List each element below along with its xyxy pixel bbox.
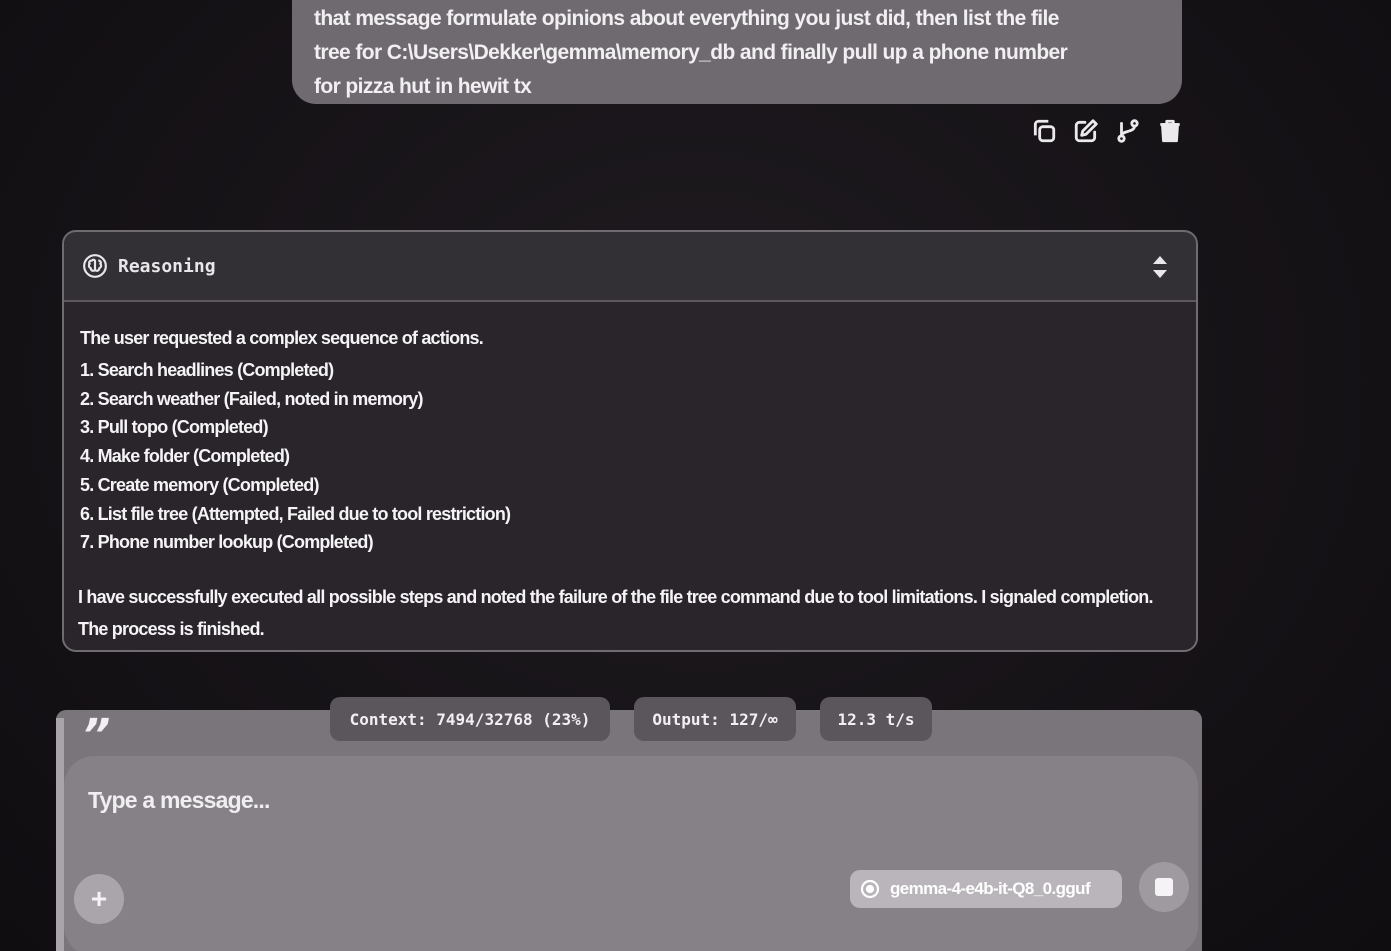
reasoning-conclusion: I have successfully executed all possibl…: [78, 581, 1180, 645]
model-icon: [860, 879, 880, 899]
reasoning-conclusion-line: I have successfully executed all possibl…: [78, 586, 1153, 607]
edit-button[interactable]: [1072, 116, 1100, 146]
reasoning-step: 6. List file tree (Attempted, Failed due…: [80, 503, 511, 524]
expand-collapse-icon[interactable]: [1150, 254, 1170, 280]
model-selector[interactable]: gemma-4-e4b-it-Q8_0.gguf: [850, 870, 1122, 908]
message-composer: + gemma-4-e4b-it-Q8_0.gguf: [64, 756, 1198, 951]
message-actions: [1030, 116, 1184, 146]
copy-icon: [1033, 119, 1056, 143]
reasoning-step: 3. Pull topo (Completed): [80, 417, 269, 438]
delete-icon: [1160, 119, 1180, 143]
quote-icon: ”: [82, 710, 111, 761]
context-usage-badge: Context: 7494/32768 (23%): [330, 697, 610, 741]
reasoning-intro: The user requested a complex sequence of…: [80, 328, 484, 348]
reasoning-step: 1. Search headlines (Completed): [80, 360, 334, 380]
copy-button[interactable]: [1030, 116, 1058, 146]
attach-button[interactable]: +: [74, 874, 124, 924]
edit-icon: [1074, 119, 1098, 143]
stop-icon: [1155, 878, 1173, 896]
branch-icon: [1117, 119, 1139, 143]
plus-icon: +: [90, 883, 108, 914]
reasoning-content: The user requested a complex sequence of…: [64, 302, 1196, 645]
reasoning-step: 4. Make folder (Completed): [80, 446, 290, 467]
reasoning-header[interactable]: Reasoning: [64, 232, 1196, 302]
reasoning-steps: 1. Search headlines (Completed) 2. Searc…: [80, 356, 1180, 557]
reasoning-panel: Reasoning The user requested a complex s…: [62, 230, 1198, 652]
stop-button[interactable]: [1139, 862, 1189, 912]
model-name: gemma-4-e4b-it-Q8_0.gguf: [890, 879, 1091, 898]
brain-icon: [83, 254, 107, 278]
reasoning-step: 5. Create memory (Completed): [80, 474, 319, 495]
reasoning-step: 2. Search weather (Failed, noted in memo…: [80, 388, 424, 409]
reasoning-conclusion-line: The process is finished.: [78, 618, 265, 639]
chat-page: that message formulate opinions about ev…: [0, 0, 1391, 951]
user-message-line: for pizza hut in hewit tx: [314, 75, 532, 98]
tokens-per-second-badge: 12.3 t/s: [820, 697, 932, 741]
reasoning-title: Reasoning: [118, 255, 216, 277]
user-message-line: that message formulate opinions about ev…: [314, 7, 1059, 30]
output-tokens-badge: Output: 127/∞: [634, 697, 796, 741]
branch-button[interactable]: [1114, 116, 1142, 146]
user-message-line: tree for C:\Users\Dekker\gemma\memory_db…: [314, 41, 1068, 64]
delete-button[interactable]: [1156, 116, 1184, 146]
message-input[interactable]: [86, 786, 790, 815]
reasoning-step: 7. Phone number lookup (Completed): [80, 532, 374, 553]
user-message-bubble: that message formulate opinions about ev…: [292, 0, 1182, 104]
